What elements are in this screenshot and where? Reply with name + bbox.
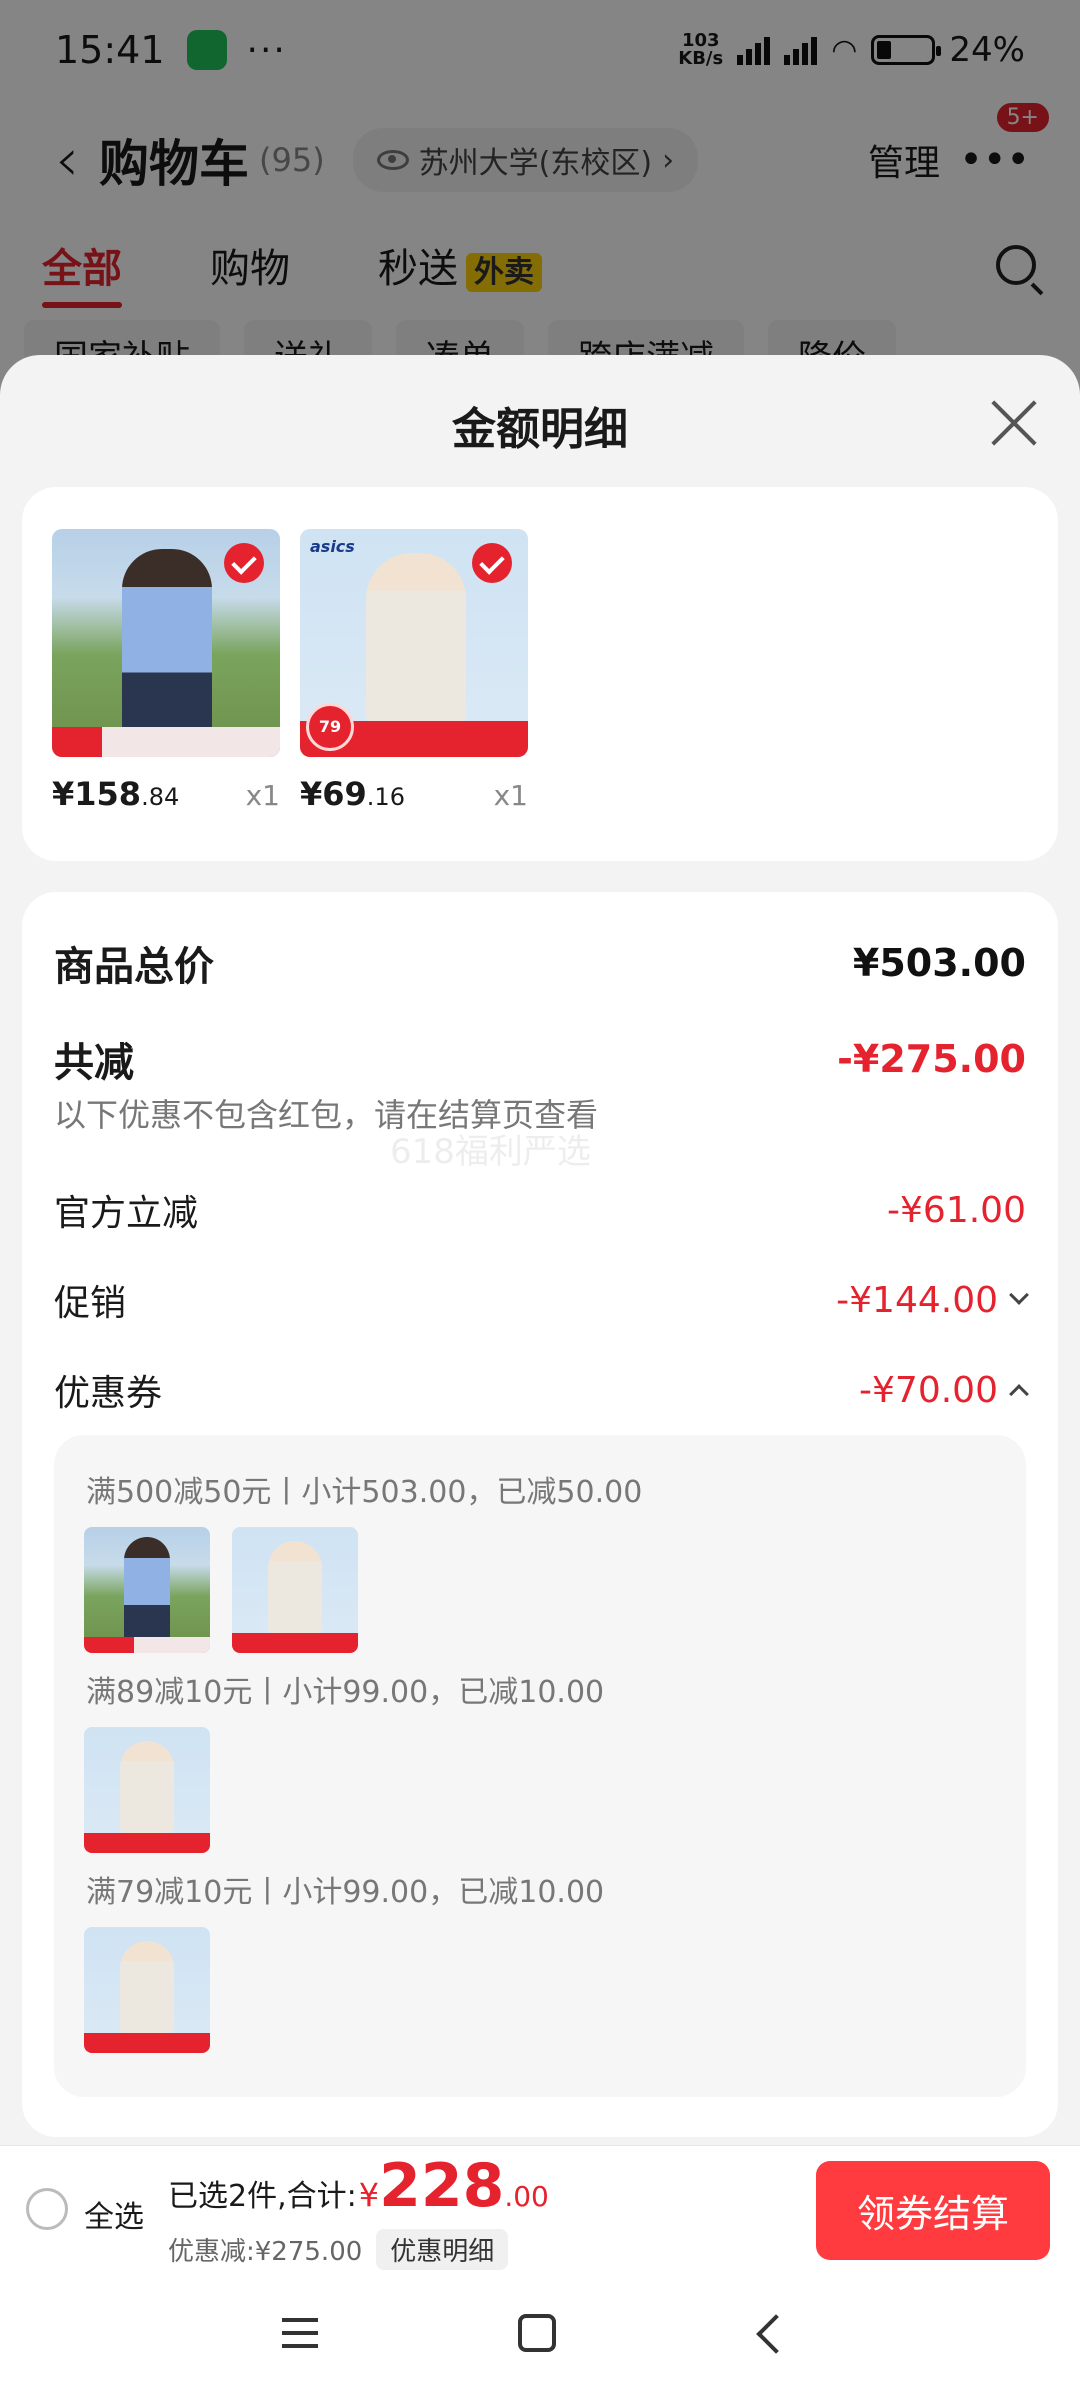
discount-detail-button[interactable]: 优惠明细 — [376, 2229, 509, 2270]
coupon-label: 优惠券 — [54, 1373, 163, 1414]
select-all-radio[interactable] — [26, 2188, 68, 2230]
close-icon[interactable] — [990, 399, 1038, 447]
coupon-product-thumb — [84, 1527, 210, 1653]
watermark-text: 618福利严选 — [390, 1132, 591, 1172]
amount-detail-sheet: 金额明细 ¥158.84 x1 asics 79 ¥69.16 x1 商品总价 … — [0, 355, 1080, 2270]
checkout-button[interactable]: 领券结算 — [816, 2161, 1050, 2260]
promotion-value: -¥144.00 — [836, 1280, 1029, 1321]
coupon-detail-box: 满500减50元丨小计503.00，已减50.00 满89减10元丨小计99.0… — [54, 1435, 1026, 2097]
coupon-rule: 满79减10元丨小计99.00，已减10.00 — [86, 1875, 605, 1910]
product-item[interactable]: ¥158.84 x1 — [52, 529, 280, 813]
total-price-row: 商品总价 ¥503.00 — [54, 934, 1026, 992]
official-discount-label: 官方立减 — [54, 1193, 199, 1234]
chevron-down-icon — [1009, 1285, 1029, 1305]
checkout-bar: 全选 已选2件,合计: ¥ 228 .00 优惠减:¥275.00 优惠明细 领… — [0, 2145, 1080, 2270]
total-amount: 228 — [379, 2151, 505, 2221]
total-price-value: ¥503.00 — [852, 941, 1026, 985]
sheet-title: 金额明细 — [452, 404, 628, 455]
nav-back-icon[interactable] — [756, 2314, 796, 2354]
coupon-product-thumb — [84, 1927, 210, 2053]
promotion-label: 促销 — [54, 1283, 127, 1324]
selected-products-card: ¥158.84 x1 asics 79 ¥69.16 x1 — [22, 487, 1058, 861]
coupon-rule: 满89减10元丨小计99.00，已减10.00 — [86, 1675, 605, 1710]
total-reduction-value: -¥275.00 — [837, 1037, 1026, 1081]
product-price: ¥158.84 x1 — [52, 775, 280, 813]
total-reduction-row: 共减 -¥275.00 — [54, 1030, 1026, 1088]
coupon-value: -¥70.00 — [859, 1370, 1029, 1411]
product-image — [52, 529, 280, 757]
checked-icon[interactable] — [224, 543, 264, 583]
coupon-product-thumb — [232, 1527, 358, 1653]
promotion-row[interactable]: 促销 -¥144.00 — [54, 1274, 1029, 1326]
system-nav-bar — [0, 2270, 1080, 2400]
chevron-up-icon — [1009, 1384, 1029, 1404]
discount-summary: 优惠减:¥275.00 优惠明细 — [168, 2229, 509, 2270]
coupon-rule: 满500减50元丨小计503.00，已减50.00 — [86, 1475, 643, 1510]
product-quantity: x1 — [493, 779, 528, 812]
select-all-label[interactable]: 全选 — [84, 2192, 144, 2236]
product-price: ¥69.16 x1 — [300, 775, 528, 813]
official-discount-row: 官方立减 -¥61.00 — [54, 1184, 1026, 1236]
menu-icon[interactable] — [282, 2318, 318, 2348]
total-reduction-label: 共减 — [54, 1040, 134, 1086]
product-item[interactable]: asics 79 ¥69.16 x1 — [300, 529, 528, 813]
price-breakdown-card: 商品总价 ¥503.00 共减 -¥275.00 以下优惠不包含红包，请在结算页… — [22, 892, 1058, 2137]
home-icon[interactable] — [518, 2314, 556, 2352]
checked-icon[interactable] — [472, 543, 512, 583]
product-image: asics 79 — [300, 529, 528, 757]
product-quantity: x1 — [245, 779, 280, 812]
coupon-row[interactable]: 优惠券 -¥70.00 — [54, 1364, 1029, 1416]
selected-summary: 已选2件,合计: ¥ 228 .00 — [168, 2151, 549, 2221]
coupon-product-thumb — [84, 1727, 210, 1853]
official-discount-value: -¥61.00 — [887, 1189, 1026, 1231]
total-price-label: 商品总价 — [54, 944, 214, 990]
